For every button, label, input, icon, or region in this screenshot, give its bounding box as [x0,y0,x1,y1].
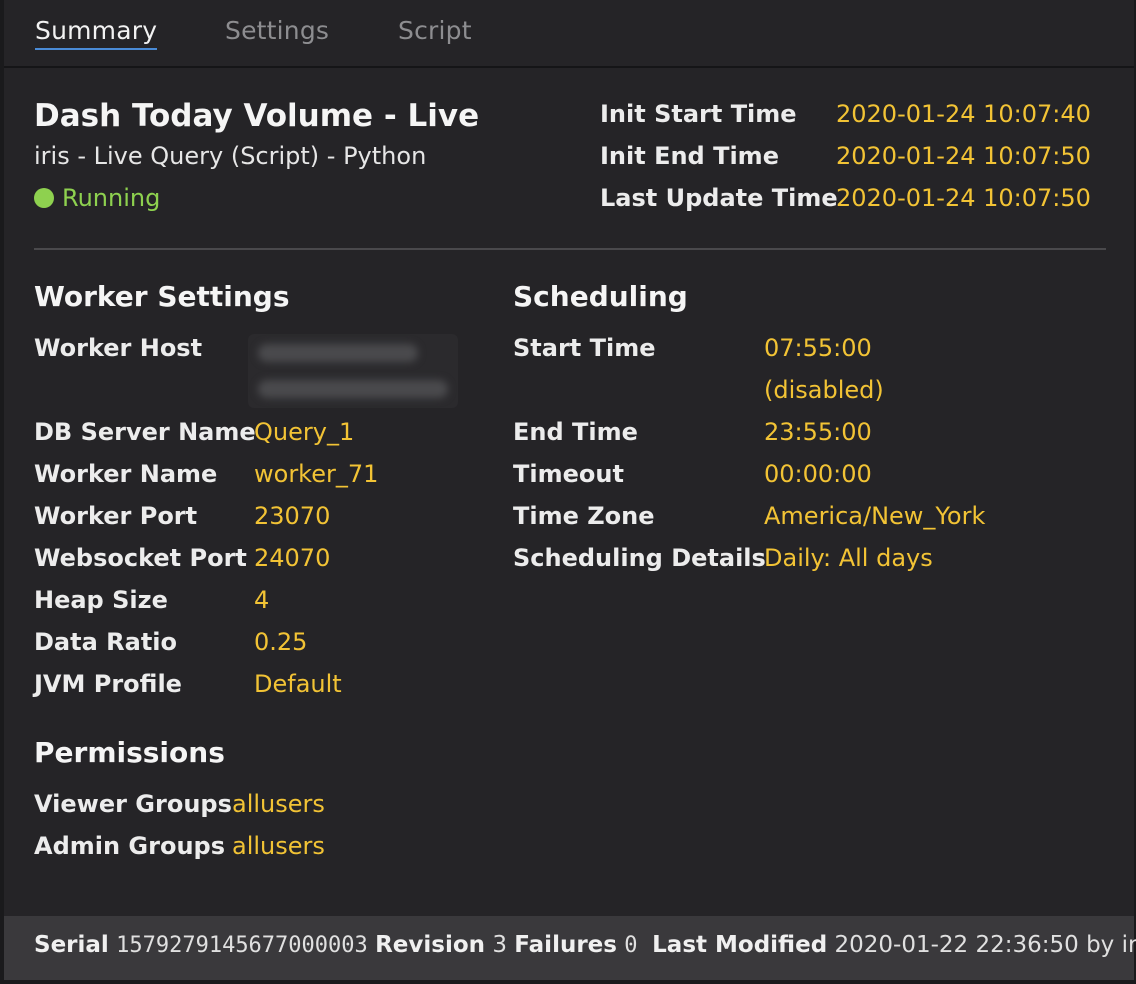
end-time-value: 23:55:00 [764,418,872,446]
viewer-groups-value: allusers [232,790,325,818]
data-ratio-label: Data Ratio [34,628,178,656]
failures-value: 0 [624,933,638,958]
query-title: Dash Today Volume - Live [34,98,480,134]
end-time-label: End Time [513,418,638,446]
serial-value: 1579279145677000003 [116,933,368,958]
start-time-value: 07:55:00 [764,334,872,362]
failures-label: Failures [514,932,617,958]
websocket-port-label: Websocket Port [34,544,247,572]
db-server-name-label: DB Server Name [34,418,256,446]
revision-value: 3 [492,932,507,958]
worker-host-value-redacted [248,334,458,408]
divider [34,248,1106,250]
init-start-label: Init Start Time [600,100,797,128]
time-zone-value: America/New_York [764,502,986,530]
footer-bar: Serial 1579279145677000003 Revision 3 Fa… [4,916,1136,980]
heap-size-value: 4 [254,586,270,614]
last-modified-value: 2020-01-22 22:36:50 by iris [834,932,1136,958]
scheduling-heading: Scheduling [513,280,688,313]
status-text: Running [62,184,161,212]
worker-host-label: Worker Host [34,334,203,362]
start-time-disabled-note: (disabled) [764,376,884,404]
last-update-label: Last Update Time [600,184,838,212]
tab-summary[interactable]: Summary [35,16,158,50]
admin-groups-label: Admin Groups [34,832,226,860]
tab-script[interactable]: Script [398,16,472,45]
admin-groups-value: allusers [232,832,325,860]
viewer-groups-label: Viewer Groups [34,790,232,818]
worker-name-label: Worker Name [34,460,218,488]
init-start-value: 2020-01-24 10:07:40 [836,100,1091,128]
websocket-port-value: 24070 [254,544,331,572]
timeout-value: 00:00:00 [764,460,872,488]
jvm-profile-label: JVM Profile [34,670,182,698]
time-zone-label: Time Zone [513,502,655,530]
init-end-label: Init End Time [600,142,779,170]
tab-settings[interactable]: Settings [225,16,329,45]
timeout-label: Timeout [513,460,624,488]
scheduling-details-value: Daily: All days [764,544,933,572]
worker-settings-heading: Worker Settings [34,280,290,313]
permissions-heading: Permissions [34,736,225,769]
scheduling-details-label: Scheduling Details [513,544,766,572]
jvm-profile-value: Default [254,670,342,698]
footer-details: Serial 1579279145677000003 Revision 3 Fa… [34,932,1136,958]
last-update-value: 2020-01-24 10:07:50 [836,184,1091,212]
status-indicator: Running [34,184,160,212]
serial-label: Serial [34,932,109,958]
data-ratio-value: 0.25 [254,628,308,656]
query-summary-panel: Summary Settings Script Dash Today Volum… [4,0,1136,980]
status-dot-icon [34,188,54,208]
worker-port-label: Worker Port [34,502,198,530]
heap-size-label: Heap Size [34,586,168,614]
start-time-label: Start Time [513,334,656,362]
query-subtitle: iris - Live Query (Script) - Python [34,142,427,170]
tab-bar: Summary Settings Script [4,0,1134,68]
init-end-value: 2020-01-24 10:07:50 [836,142,1091,170]
worker-port-value: 23070 [254,502,331,530]
last-modified-label: Last Modified [652,932,828,958]
revision-label: Revision [375,932,486,958]
db-server-name-value: Query_1 [254,418,355,446]
worker-name-value: worker_71 [254,460,379,488]
